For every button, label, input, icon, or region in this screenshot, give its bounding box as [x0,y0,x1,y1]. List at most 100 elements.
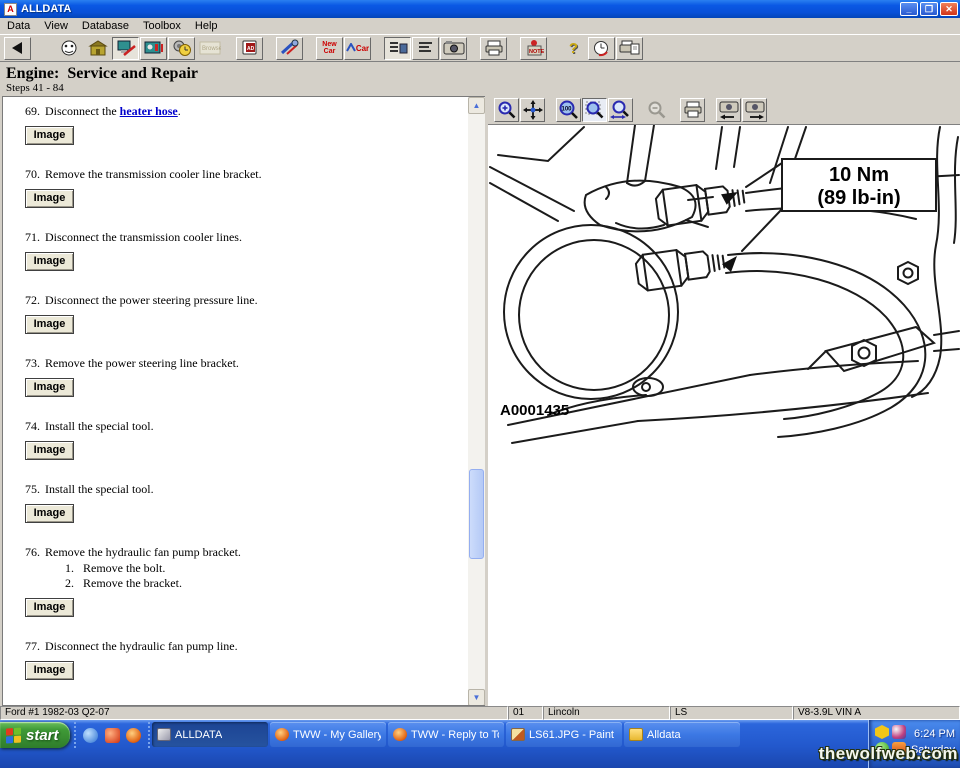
pan-icon[interactable] [520,98,545,122]
taskbar-button-alldata-folder[interactable]: Alldata [624,722,740,747]
taskbar-button-label: TWW - Reply to Topic... [411,729,499,741]
menu-help[interactable]: Help [188,18,225,34]
image-button[interactable]: Image [25,504,74,523]
new-car-label-top: New [322,41,336,48]
firefox-icon[interactable] [126,728,141,743]
taskbar: start ALLDATA TWW - My Gallery - M... TW… [0,720,960,768]
firefox-icon [393,728,407,741]
image-button[interactable]: Image [25,661,74,680]
print-preview-icon[interactable] [616,37,643,60]
step-number: 71. [25,230,45,245]
zoom-out-icon [644,98,669,122]
help-glyph: ? [569,40,578,57]
illustration-area: 10 Nm (89 lb-in) A0001435 [488,125,960,706]
step-76: 76.Remove the hydraulic fan pump bracket… [25,545,467,617]
shop-icon[interactable] [84,37,111,60]
image-button[interactable]: Image [25,126,74,145]
close-button[interactable]: ✕ [940,2,958,16]
next-image-icon[interactable] [742,98,767,122]
list-view-icon[interactable] [384,37,411,60]
help-icon[interactable]: ? [560,37,587,60]
step-text: Disconnect the hydraulic fan pump line. [45,639,400,654]
step-69: 69. Disconnect the heater hose. Image [25,104,467,145]
title-bar: A ALLDATA _ ❐ ✕ [0,0,960,18]
print-image-icon[interactable] [680,98,705,122]
pc-diagnostics-icon[interactable] [112,37,139,60]
substep-number: 1. [65,561,83,576]
menu-database[interactable]: Database [75,18,136,34]
gauge-panel-icon[interactable] [140,37,167,60]
window-title: ALLDATA [21,3,898,15]
tools-icon[interactable] [276,37,303,60]
paint-app-icon [511,728,525,741]
previous-image-icon[interactable] [716,98,741,122]
image-button[interactable]: Image [25,598,74,617]
new-car-icon[interactable]: NewCar [316,37,343,60]
book-icon[interactable]: AD [236,37,263,60]
status-vehicle: Ford #1 1982-03 Q2-07 [0,706,508,720]
browser-swirl-icon[interactable] [83,728,98,743]
messenger-icon[interactable] [892,725,906,739]
image-button[interactable]: Image [25,252,74,271]
image-button[interactable]: Image [25,315,74,334]
step-73: 73.Remove the power steering line bracke… [25,356,467,397]
restore-button[interactable]: ❐ [920,2,938,16]
step-number: 70. [25,167,45,182]
menu-view[interactable]: View [37,18,75,34]
vehicle-select-icon[interactable] [56,37,83,60]
media-app-icon[interactable] [105,728,120,743]
zoom-in-icon[interactable] [494,98,519,122]
page-header: Engine: Service and Repair Steps 41 - 84 [0,62,960,95]
gears-clock-icon[interactable] [168,37,195,60]
menu-data[interactable]: Data [0,18,37,34]
image-view-icon[interactable] [440,37,467,60]
scroll-down-icon[interactable]: ▼ [468,689,485,706]
back-icon[interactable] [4,37,31,60]
step-71: 71.Disconnect the transmission cooler li… [25,230,467,271]
status-code: 01 [508,706,543,720]
torque-value-imperial: (89 lb-in) [817,187,900,209]
step-74: 74.Install the special tool. Image [25,419,467,460]
page-title: Engine: Service and Repair [6,65,198,83]
image-button[interactable]: Image [25,378,74,397]
step-text: Remove the transmission cooler line brac… [45,167,400,182]
car-report-icon[interactable]: Car [344,37,371,60]
zoom-fit-icon[interactable] [582,98,607,122]
clock-time: 6:24 PM [911,726,955,742]
minimize-button[interactable]: _ [900,2,918,16]
paragraph-view-icon[interactable] [412,37,439,60]
zoom-100-icon[interactable]: 100 [556,98,581,122]
step-number: 69. [25,104,45,119]
steps-scrollbar[interactable]: ▲ ▼ [468,97,485,706]
app-icon: A [4,3,17,16]
taskbar-button-paint[interactable]: LS61.JPG - Paint [506,722,622,747]
scroll-up-icon[interactable]: ▲ [468,97,485,114]
new-car-label-bottom: Car [322,48,336,55]
status-engine: V8-3.9L VIN A [793,706,960,720]
step-77: 77.Disconnect the hydraulic fan pump lin… [25,639,467,680]
scrollbar-thumb[interactable] [469,469,484,559]
start-button[interactable]: start [0,722,70,748]
history-icon[interactable] [588,37,615,60]
step-number: 72. [25,293,45,308]
torque-value: 10 Nm [829,164,889,186]
security-shield-icon[interactable] [875,725,889,739]
content-area: 69. Disconnect the heater hose. Image 70… [0,95,960,706]
zoom-width-icon[interactable] [608,98,633,122]
step-72: 72.Disconnect the power steering pressur… [25,293,467,334]
image-button[interactable]: Image [25,441,74,460]
image-button[interactable]: Image [25,189,74,208]
figure-id: A0001435 [500,402,569,419]
heater-hose-link[interactable]: heater hose [120,104,178,118]
print-icon[interactable] [480,37,507,60]
browse-icon[interactable]: Browse [196,37,223,60]
taskbar-button-alldata[interactable]: ALLDATA [152,722,268,747]
note-icon[interactable]: NOTE [520,37,547,60]
substep-text: Remove the bracket. [83,576,182,591]
step-text: Disconnect the transmission cooler lines… [45,230,400,245]
menu-toolbox[interactable]: Toolbox [136,18,188,34]
step-70: 70.Remove the transmission cooler line b… [25,167,467,208]
taskbar-button-tww-gallery[interactable]: TWW - My Gallery - M... [270,722,386,747]
taskbar-button-tww-reply[interactable]: TWW - Reply to Topic... [388,722,504,747]
step-text: Install the special tool. [45,482,400,497]
